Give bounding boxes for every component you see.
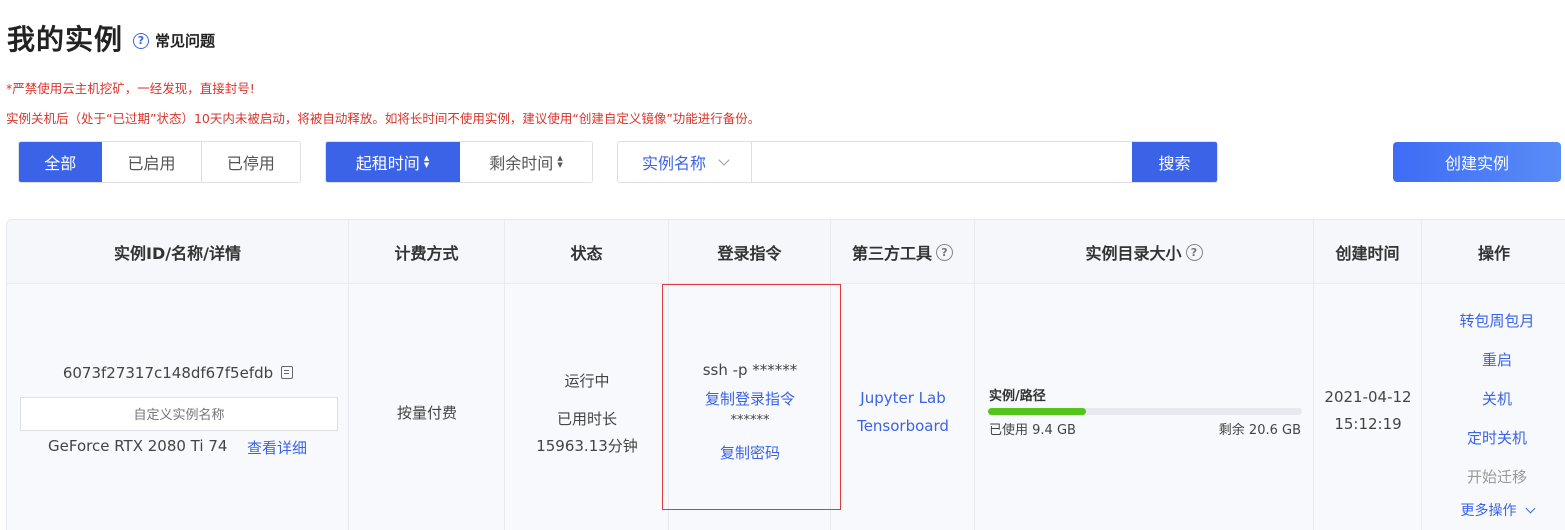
header-dir-size: 实例目录大小? (975, 220, 1313, 284)
convert-monthly-link[interactable]: 转包周包月 (1422, 310, 1565, 331)
header-created: 创建时间 (1335, 244, 1400, 263)
chevron-down-icon (718, 153, 730, 166)
copy-icon[interactable] (281, 366, 294, 379)
filter-disabled-button[interactable]: 已停用 (201, 142, 300, 182)
login-command-highlight (662, 284, 841, 510)
header-actions: 操作 (1477, 244, 1510, 263)
start-migration-link[interactable]: 开始迁移 (1422, 466, 1565, 487)
gpu-model: GeForce RTX 2080 Ti 74 (48, 437, 228, 455)
chevron-down-icon (1525, 503, 1535, 514)
used-storage: 已使用 9.4 GB (989, 423, 1076, 438)
dir-path-label: 实例/路径 (989, 389, 1046, 404)
instance-name-input[interactable] (20, 397, 338, 431)
billing-type: 按量付费 (396, 404, 457, 422)
header-billing: 计费方式 (394, 244, 459, 263)
more-actions-dropdown[interactable]: 更多操作 (1422, 500, 1565, 520)
table-header: 实例ID/名称/详情 计费方式 状态 登录指令 第三方工具? 实例目录大小? 创… (7, 220, 1565, 284)
storage-progress-fill (988, 408, 1087, 415)
instance-id-line: 6073f27317c148df67f5efdb (7, 364, 349, 382)
header-tools-label: 第三方工具 (851, 244, 932, 263)
header-status: 状态 (570, 244, 603, 263)
status-filter: 全部 已启用 已停用 (18, 141, 301, 183)
create-instance-button[interactable]: 创建实例 (1393, 142, 1561, 182)
filter-enabled-button[interactable]: 已启用 (102, 142, 202, 182)
mining-warning: *严禁使用云主机挖矿，一经发现，直接封号! (6, 81, 255, 96)
created-cell: 2021-04-12 15:12:19 (1314, 284, 1422, 530)
header-login: 登录指令 (717, 244, 782, 263)
more-actions-label: 更多操作 (1460, 503, 1517, 519)
instance-cell: 6073f27317c148df67f5efdb GeForce RTX 208… (7, 284, 349, 530)
used-duration-value: 15963.13分钟 (536, 437, 638, 455)
sort-icon: ▲ ▼ (423, 154, 430, 169)
restart-link[interactable]: 重启 (1422, 349, 1565, 370)
search-box: 实例名称 搜索 (617, 141, 1218, 183)
status-text: 运行中 (564, 372, 610, 390)
search-field-label: 实例名称 (642, 154, 707, 173)
sort-start-time-button[interactable]: 起租时间 ▲ ▼ (326, 142, 460, 182)
used-duration-label: 已用时长 (556, 410, 617, 428)
actions-cell: 转包周包月 重启 关机 定时关机 开始迁移 更多操作 (1422, 284, 1565, 530)
header-dir-size-label: 实例目录大小 (1085, 244, 1182, 263)
view-details-link[interactable]: 查看详细 (247, 437, 307, 458)
scheduled-shutdown-link[interactable]: 定时关机 (1422, 427, 1565, 448)
faq-link[interactable]: ? 常见问题 (133, 30, 215, 51)
created-date: 2021-04-12 (1324, 388, 1412, 406)
tensorboard-link[interactable]: Tensorboard (831, 417, 975, 435)
filter-all-button[interactable]: 全部 (19, 142, 103, 182)
tools-cell: Jupyter Lab Tensorboard (831, 284, 975, 530)
header-tools: 第三方工具? (831, 220, 974, 284)
sort-filter: 起租时间 ▲ ▼ 剩余时间 ▲ ▼ (325, 141, 593, 183)
storage-progress-bar (988, 408, 1302, 415)
faq-label: 常见问题 (155, 32, 216, 50)
created-time: 15:12:19 (1334, 415, 1402, 433)
search-button[interactable]: 搜索 (1132, 142, 1217, 182)
search-field-select[interactable]: 实例名称 (618, 142, 752, 182)
help-icon: ? (133, 32, 149, 49)
jupyter-lab-link[interactable]: Jupyter Lab (831, 389, 975, 407)
page-title: 我的实例 (7, 23, 124, 56)
help-icon[interactable]: ? (1185, 243, 1203, 261)
help-icon[interactable]: ? (936, 243, 953, 261)
sort-icon: ▲ ▼ (557, 154, 563, 169)
header-instance: 实例ID/名称/详情 (114, 244, 241, 263)
shutdown-link[interactable]: 关机 (1422, 388, 1565, 409)
remaining-storage: 剩余 20.6 GB (1218, 423, 1301, 438)
status-cell: 运行中 已用时长 15963.13分钟 (505, 284, 669, 530)
instance-id: 6073f27317c148df67f5efdb (62, 364, 274, 382)
sort-remaining-time-label: 剩余时间 (489, 154, 554, 173)
dir-size-cell: 实例/路径 已使用 9.4 GB 剩余 20.6 GB (975, 284, 1314, 530)
release-warning: 实例关机后（处于“已过期”状态）10天内未被启动，将被自动释放。如将长时间不使用… (6, 111, 761, 126)
billing-cell: 按量付费 (349, 284, 505, 530)
sort-remaining-time-button[interactable]: 剩余时间 ▲ ▼ (460, 142, 592, 182)
search-input[interactable] (752, 142, 1132, 182)
sort-start-time-label: 起租时间 (355, 154, 420, 173)
